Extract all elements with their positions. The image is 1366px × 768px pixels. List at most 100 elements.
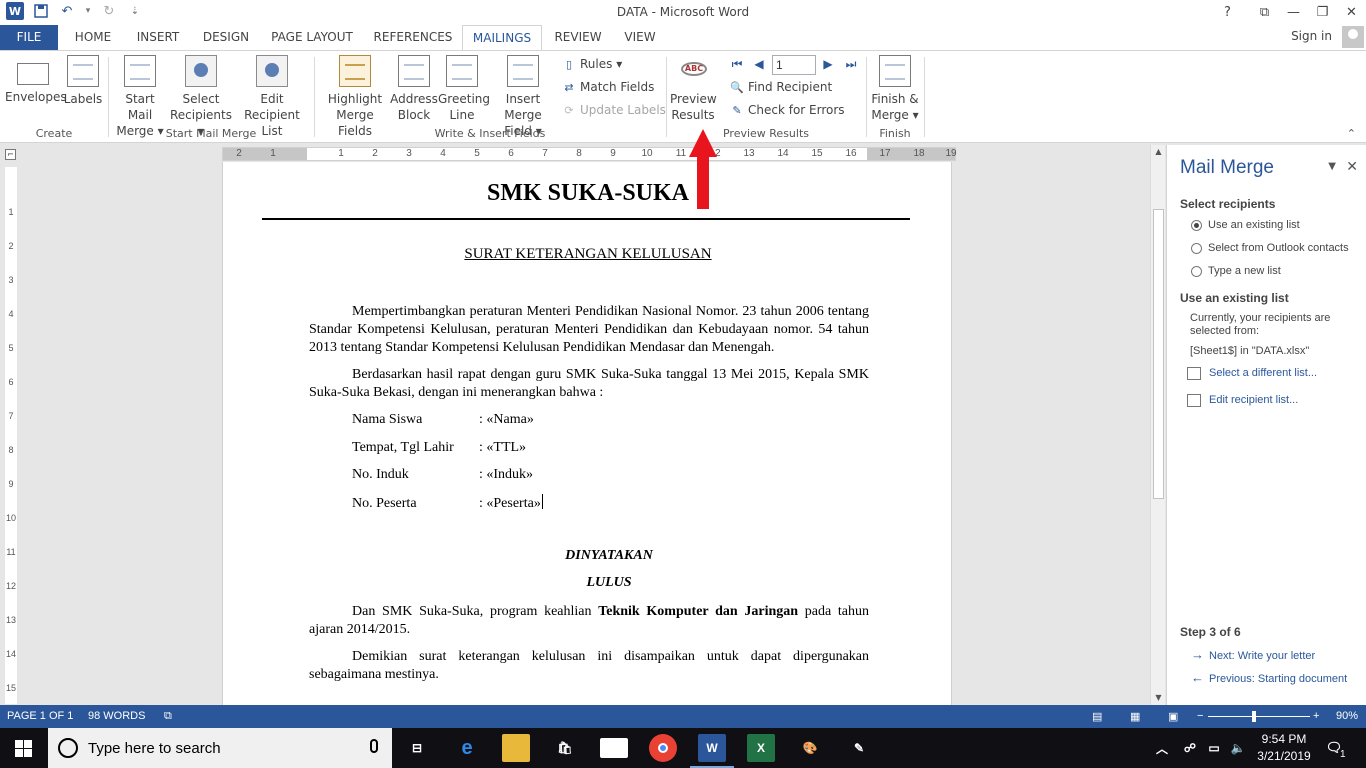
- start-button[interactable]: [0, 728, 48, 768]
- tab-insert[interactable]: INSERT: [130, 25, 186, 50]
- edit-recipient-list-link[interactable]: Edit recipient list...: [1187, 394, 1298, 407]
- read-mode-icon[interactable]: ▤: [1092, 710, 1102, 723]
- document-page[interactable]: SMK SUKA-SUKA SURAT KETERANGAN KELULUSAN…: [222, 162, 952, 705]
- ruler-number: 17: [879, 148, 891, 159]
- close-button[interactable]: ✕: [1337, 0, 1366, 25]
- select-different-list-link[interactable]: Select a different list...: [1187, 367, 1317, 380]
- check-errors-button[interactable]: ✎ Check for Errors: [730, 103, 844, 117]
- restore-button[interactable]: ❐: [1308, 0, 1337, 25]
- volume-icon[interactable]: 🔈: [1228, 734, 1248, 762]
- greeting-line-button[interactable]: Greeting Line: [438, 55, 490, 123]
- tab-references[interactable]: REFERENCES: [368, 25, 458, 50]
- previous-record-icon[interactable]: ◀: [752, 57, 766, 71]
- tab-view[interactable]: VIEW: [616, 25, 664, 50]
- zoom-out-icon[interactable]: −: [1197, 710, 1203, 722]
- network-icon[interactable]: ☍: [1180, 734, 1200, 762]
- radio-new-list[interactable]: Type a new list: [1191, 265, 1281, 277]
- minimize-button[interactable]: —: [1279, 0, 1308, 25]
- search-placeholder: Type here to search: [88, 740, 221, 757]
- current-source-text: Currently, your recipients are selected …: [1190, 312, 1331, 337]
- tab-selector[interactable]: ⌐: [5, 149, 16, 160]
- vertical-ruler[interactable]: 1 2 3 4 5 6 7 8 9 10 11 12 13 14 15: [5, 167, 17, 704]
- web-layout-icon[interactable]: ▣: [1168, 710, 1178, 723]
- taskbar-search-box[interactable]: Type here to search: [48, 728, 392, 768]
- labels-button[interactable]: Labels: [63, 55, 103, 107]
- mail-icon[interactable]: [600, 738, 628, 758]
- envelopes-button[interactable]: Envelopes: [5, 55, 67, 105]
- zoom-slider-knob[interactable]: [1251, 711, 1256, 722]
- zoom-in-icon[interactable]: +: [1313, 710, 1319, 722]
- undo-dropdown-icon[interactable]: ▾: [84, 2, 92, 20]
- word-taskbar-icon[interactable]: W: [690, 734, 734, 768]
- redo-icon[interactable]: ↻: [100, 2, 118, 20]
- scroll-down-icon[interactable]: ▼: [1151, 691, 1166, 705]
- address-block-icon: [398, 55, 430, 87]
- file-explorer-icon[interactable]: [502, 734, 530, 762]
- paragraph-2: Berdasarkan hasil rapat dengan guru SMK …: [309, 367, 869, 400]
- finish-merge-button[interactable]: Finish & Merge ▾: [870, 55, 920, 123]
- next-record-icon[interactable]: ▶: [821, 57, 835, 71]
- page-count[interactable]: PAGE 1 OF 1: [7, 710, 73, 722]
- address-block-button[interactable]: Address Block: [390, 55, 438, 123]
- battery-icon[interactable]: ▭: [1204, 734, 1224, 762]
- vertical-scrollbar[interactable]: ▲ ▼: [1150, 145, 1165, 705]
- field-label: No. Induk: [352, 467, 409, 482]
- first-record-icon[interactable]: ⏮: [730, 57, 744, 71]
- undo-icon[interactable]: ↶: [58, 2, 76, 20]
- sign-in-link[interactable]: Sign in: [1291, 29, 1332, 43]
- tab-design[interactable]: DESIGN: [196, 25, 256, 50]
- find-recipient-button[interactable]: 🔍 Find Recipient: [730, 80, 832, 94]
- microphone-icon[interactable]: [370, 739, 378, 753]
- avatar[interactable]: [1342, 26, 1364, 48]
- word-app-icon[interactable]: W: [6, 2, 24, 20]
- ruler-number: 1: [338, 148, 344, 159]
- excel-taskbar-icon[interactable]: X: [747, 734, 775, 762]
- previous-step-label: Previous: Starting document: [1209, 673, 1348, 685]
- pane-title: Mail Merge: [1180, 157, 1274, 178]
- word-count[interactable]: 98 WORDS: [88, 710, 145, 722]
- update-labels-button[interactable]: ⟳ Update Labels: [562, 103, 666, 117]
- recipients-icon: [185, 55, 217, 87]
- paint-icon[interactable]: 🎨: [796, 734, 824, 762]
- print-layout-icon[interactable]: ▦: [1130, 710, 1140, 723]
- radio-existing-list[interactable]: Use an existing list: [1191, 219, 1300, 231]
- proofing-icon[interactable]: ⧉: [164, 710, 172, 723]
- start-mail-merge-icon: [124, 55, 156, 87]
- paint-3d-icon[interactable]: ✎: [845, 734, 873, 762]
- previous-step-link[interactable]: ← Previous: Starting document: [1191, 670, 1347, 685]
- scroll-thumb[interactable]: [1153, 209, 1164, 499]
- customize-qat-icon[interactable]: ⇣: [126, 2, 144, 20]
- pane-close-icon[interactable]: ✕: [1346, 159, 1358, 175]
- tab-review[interactable]: REVIEW: [548, 25, 608, 50]
- scroll-up-icon[interactable]: ▲: [1151, 145, 1166, 159]
- store-icon[interactable]: 🛍: [551, 734, 579, 762]
- document-area[interactable]: SMK SUKA-SUKA SURAT KETERANGAN KELULUSAN…: [20, 162, 1148, 705]
- group-write-insert-label: Write & Insert Fields: [434, 127, 546, 140]
- record-number-input[interactable]: [772, 55, 816, 75]
- zoom-slider[interactable]: [1208, 716, 1310, 717]
- last-record-icon[interactable]: ⏭: [844, 57, 858, 71]
- save-icon[interactable]: [32, 2, 50, 20]
- tab-file[interactable]: FILE: [0, 25, 58, 50]
- edge-icon[interactable]: e: [453, 734, 481, 762]
- clock[interactable]: 9:54 PM 3/21/2019: [1254, 731, 1314, 765]
- show-hidden-icons[interactable]: ︿: [1152, 734, 1172, 762]
- zoom-level[interactable]: 90%: [1336, 710, 1358, 722]
- tab-page-layout[interactable]: PAGE LAYOUT: [266, 25, 358, 50]
- chrome-icon[interactable]: [649, 734, 677, 762]
- horizontal-ruler[interactable]: 2 1 1 2 3 4 5 6 7 8 9 10 11 12 13 14 15 …: [222, 147, 957, 161]
- tab-mailings[interactable]: MAILINGS: [462, 25, 542, 51]
- help-button[interactable]: ?: [1213, 0, 1242, 25]
- paragraph-1: Mempertimbangkan peraturan Menteri Pendi…: [309, 304, 869, 355]
- next-step-link[interactable]: → Next: Write your letter: [1191, 647, 1315, 662]
- preview-results-button[interactable]: ABC Preview Results: [670, 55, 717, 123]
- rules-button[interactable]: ▯ Rules ▾: [562, 57, 622, 71]
- match-fields-button[interactable]: ⇄ Match Fields: [562, 80, 654, 94]
- ribbon-display-options-button[interactable]: ⧉: [1250, 0, 1279, 25]
- radio-outlook-contacts[interactable]: Select from Outlook contacts: [1191, 242, 1349, 254]
- task-view-icon[interactable]: ⊟: [403, 734, 431, 762]
- collapse-ribbon-icon[interactable]: ⌃: [1347, 127, 1356, 140]
- pane-options-icon[interactable]: ▼: [1328, 161, 1336, 172]
- ruler-number: 13: [5, 615, 16, 625]
- tab-home[interactable]: HOME: [66, 25, 120, 50]
